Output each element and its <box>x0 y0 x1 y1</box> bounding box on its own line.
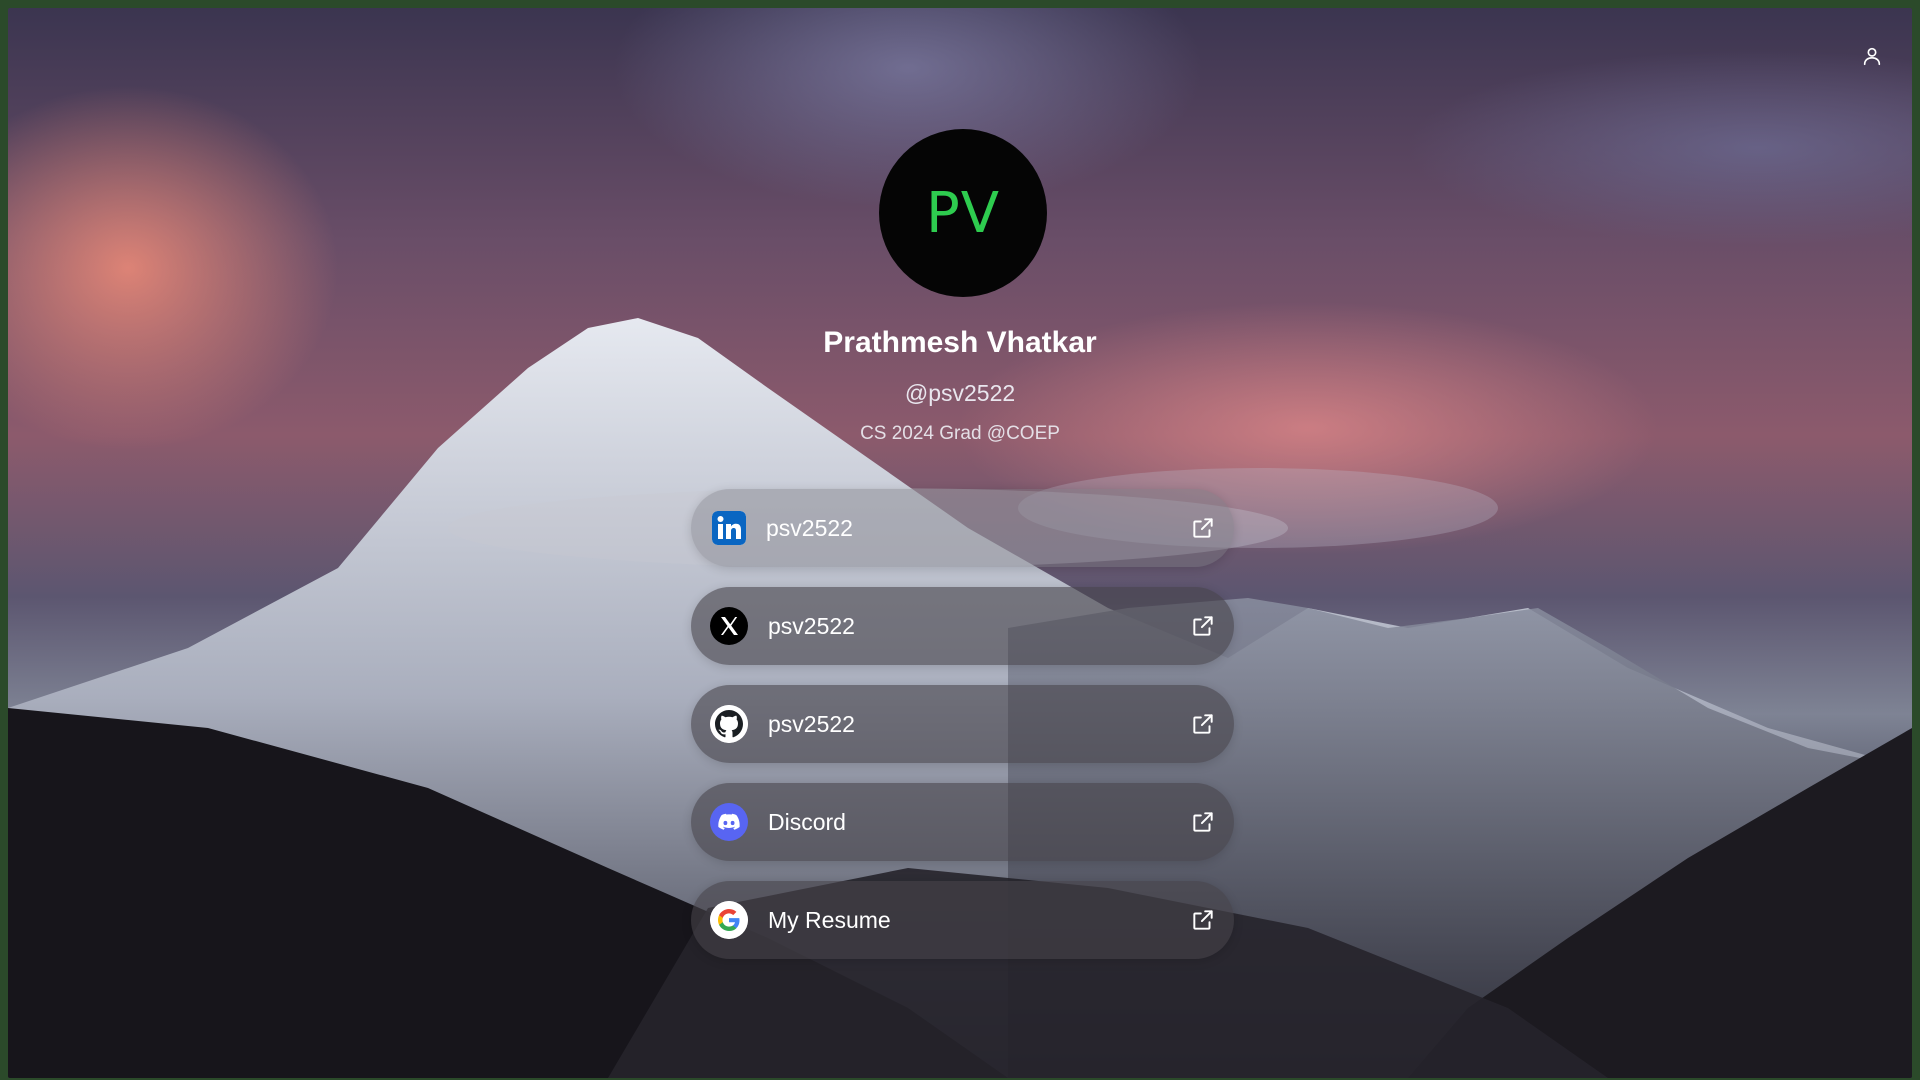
link-discord[interactable]: Discord <box>691 783 1234 861</box>
github-icon <box>710 705 748 743</box>
external-link-icon <box>1193 812 1213 832</box>
link-x-twitter[interactable]: psv2522 <box>691 587 1234 665</box>
profile-handle: @psv2522 <box>904 380 1016 406</box>
profile-bio: CS 2024 Grad @COEP <box>860 423 1060 444</box>
page-frame: PV Prathmesh Vhatkar @psv2522 CS 2024 Gr… <box>8 8 1912 1078</box>
external-link-icon <box>1193 518 1213 538</box>
link-label: psv2522 <box>768 612 855 639</box>
linkedin-icon <box>712 511 746 545</box>
link-github[interactable]: psv2522 <box>691 685 1234 763</box>
external-link-icon <box>1193 616 1213 636</box>
google-icon <box>710 901 748 939</box>
external-link-icon <box>1193 910 1213 930</box>
link-label: psv2522 <box>766 514 853 541</box>
link-label: psv2522 <box>768 710 855 737</box>
avatar: PV <box>879 129 1047 297</box>
link-linkedin[interactable]: psv2522 <box>691 489 1234 567</box>
link-label: My Resume <box>768 906 891 933</box>
link-list: psv2522 psv2522 psv2522 Discord My Resum… <box>691 489 1234 979</box>
external-link-icon <box>1193 714 1213 734</box>
user-icon <box>1863 47 1881 66</box>
x-twitter-icon <box>710 607 748 645</box>
profile-button[interactable] <box>1854 38 1890 74</box>
discord-icon <box>710 803 748 841</box>
profile-page: PV Prathmesh Vhatkar @psv2522 CS 2024 Gr… <box>8 8 1912 1078</box>
profile-name: Prathmesh Vhatkar <box>823 326 1097 359</box>
avatar-initials: PV <box>925 180 1001 246</box>
link-resume[interactable]: My Resume <box>691 881 1234 959</box>
link-label: Discord <box>768 808 846 835</box>
